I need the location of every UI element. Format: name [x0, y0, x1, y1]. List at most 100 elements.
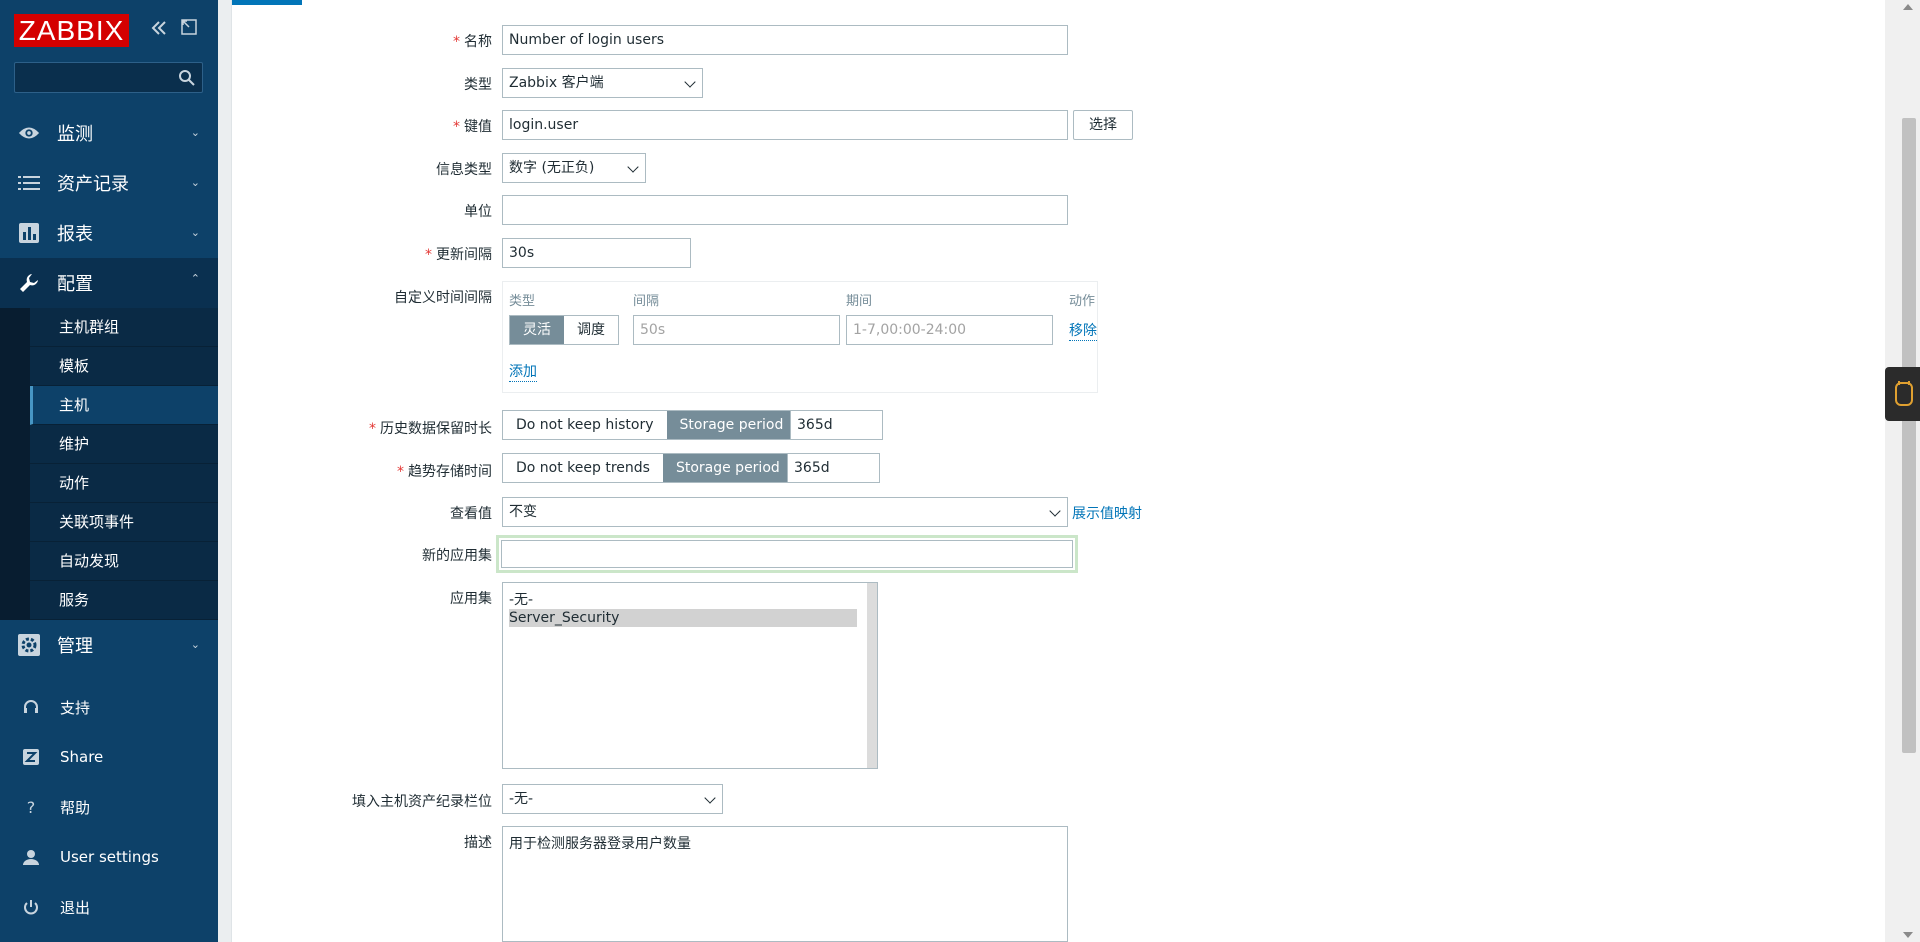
- submenu-item-services[interactable]: 服务: [30, 581, 218, 620]
- collapse-sidebar-icon[interactable]: [148, 18, 170, 40]
- kiosk-mode-icon[interactable]: [178, 18, 200, 40]
- bar-chart-icon: [18, 222, 40, 244]
- chevron-down-icon: ⌄: [190, 176, 200, 189]
- history-period-field[interactable]: 365d: [790, 410, 883, 440]
- gear-icon: [18, 634, 40, 656]
- user-icon: [21, 847, 41, 867]
- list-icon: [18, 172, 40, 194]
- scroll-up-icon[interactable]: [1903, 4, 1913, 10]
- trends-storage-toggle[interactable]: Storage period: [662, 454, 793, 482]
- trends-period-field[interactable]: 365d: [787, 453, 880, 483]
- col-header-period: 期间: [846, 294, 873, 309]
- history-label: * 历史数据保留时长: [369, 421, 492, 437]
- power-icon: [21, 897, 41, 917]
- submenu-item-actions[interactable]: 动作: [30, 464, 218, 503]
- chevron-down-icon: ⌄: [190, 638, 200, 651]
- application-option-selected[interactable]: Server_Security: [509, 609, 857, 627]
- add-interval-link[interactable]: 添加: [509, 361, 537, 382]
- bottom-item-label: Share: [60, 748, 104, 766]
- col-header-action: 动作: [1069, 294, 1096, 309]
- page-scrollbar[interactable]: [1885, 0, 1920, 942]
- menu-item-user-settings[interactable]: User settings: [0, 832, 218, 882]
- menu-item-label: 资产记录: [57, 174, 129, 195]
- description-textarea[interactable]: 用于检测服务器登录用户数量: [502, 826, 1068, 942]
- update-interval-label: * 更新间隔: [425, 247, 492, 263]
- type-select[interactable]: Zabbix 客户端: [502, 68, 703, 98]
- scroll-down-icon[interactable]: [1903, 932, 1913, 938]
- key-select-button[interactable]: 选择: [1073, 110, 1133, 140]
- trends-off-toggle[interactable]: Do not keep trends: [503, 454, 663, 482]
- menu-item-share[interactable]: Share: [0, 732, 218, 782]
- history-mode-toggle: Do not keep history Storage period: [502, 410, 798, 440]
- valuemap-label: 查看值: [450, 506, 492, 522]
- wrench-icon: [18, 272, 40, 294]
- col-header-interval: 间隔: [633, 294, 660, 309]
- new-application-label: 新的应用集: [422, 548, 492, 564]
- bottom-item-label: 帮助: [60, 798, 91, 817]
- units-field[interactable]: [502, 195, 1068, 225]
- name-label: * 名称: [453, 34, 492, 50]
- inventory-select[interactable]: -无-: [502, 784, 723, 814]
- history-off-toggle[interactable]: Do not keep history: [503, 411, 667, 439]
- sidebar-search-input[interactable]: [14, 62, 203, 93]
- bottom-item-label: User settings: [60, 848, 159, 866]
- custom-intervals-label: 自定义时间间隔: [394, 290, 492, 306]
- chevron-up-icon: ⌃: [190, 272, 200, 285]
- eye-icon: [18, 122, 40, 144]
- menu-item-label: 管理: [57, 636, 93, 657]
- menu-item-administration[interactable]: 管理 ⌄: [0, 620, 218, 670]
- flexible-toggle[interactable]: 灵活: [510, 316, 564, 344]
- trends-mode-toggle: Do not keep trends Storage period: [502, 453, 794, 483]
- item-form: * 名称 Number of login users 类型 Zabbix 客户端 …: [231, 0, 1886, 942]
- custom-period-input[interactable]: 1-7,00:00-24:00: [846, 315, 1053, 345]
- inventory-label: 填入主机资产纪录栏位: [352, 794, 492, 810]
- scrollbar-thumb[interactable]: [1902, 118, 1916, 753]
- submenu-item-hosts[interactable]: 主机: [30, 386, 218, 425]
- chevron-down-icon: ⌄: [190, 126, 200, 139]
- history-storage-toggle[interactable]: Storage period: [666, 411, 797, 439]
- key-label: * 键值: [453, 119, 492, 135]
- active-tab-indicator: [232, 0, 302, 5]
- key-field[interactable]: login.user: [502, 110, 1068, 140]
- menu-item-reports[interactable]: 报表 ⌄: [0, 208, 218, 258]
- listbox-scrollbar[interactable]: [867, 583, 877, 768]
- update-interval-field[interactable]: 30s: [502, 238, 691, 268]
- search-icon[interactable]: [178, 69, 196, 87]
- show-value-mappings-link[interactable]: 展示值映射: [1072, 503, 1142, 523]
- menu-item-sign-out[interactable]: 退出: [0, 882, 218, 932]
- col-header-type: 类型: [509, 294, 536, 309]
- configuration-submenu: 主机群组 模板 主机 维护 动作 关联项事件 自动发现 服务: [0, 308, 218, 620]
- submenu-item-templates[interactable]: 模板: [30, 347, 218, 386]
- custom-intervals-table: 类型 间隔 期间 动作 灵活 调度 50s 1-7,00:00-24:00 移除…: [502, 281, 1098, 393]
- menu-item-configuration[interactable]: 配置 ⌃: [0, 258, 218, 308]
- menu-item-help[interactable]: ? 帮助: [0, 782, 218, 832]
- menu-item-label: 配置: [57, 274, 93, 295]
- scheduling-toggle[interactable]: 调度: [564, 316, 618, 344]
- bottom-item-label: 支持: [60, 698, 91, 717]
- application-option[interactable]: -无-: [509, 591, 857, 609]
- info-type-select[interactable]: 数字 (无正负): [502, 153, 646, 183]
- main-menu: 监测 ⌄ 资产记录 ⌄ 报表 ⌄ 配置 ⌃ 主机群组 模板 主机 维护 动作 关…: [0, 108, 218, 670]
- share-icon: [21, 747, 41, 767]
- bottom-item-label: 退出: [60, 898, 91, 917]
- valuemap-select[interactable]: 不变: [502, 497, 1068, 527]
- name-field[interactable]: Number of login users: [502, 25, 1068, 55]
- submenu-item-event-correlation[interactable]: 关联项事件: [30, 503, 218, 542]
- floating-widget-button[interactable]: [1885, 367, 1920, 421]
- menu-item-support[interactable]: 支持: [0, 682, 218, 732]
- zabbix-logo[interactable]: ZABBIX: [14, 14, 129, 47]
- interval-type-toggle: 灵活 调度: [509, 315, 619, 345]
- submenu-item-host-groups[interactable]: 主机群组: [30, 308, 218, 347]
- submenu-item-maintenance[interactable]: 维护: [30, 425, 218, 464]
- trends-label: * 趋势存储时间: [397, 464, 492, 480]
- menu-item-inventory[interactable]: 资产记录 ⌄: [0, 158, 218, 208]
- menu-item-label: 报表: [57, 224, 93, 245]
- menu-item-monitoring[interactable]: 监测 ⌄: [0, 108, 218, 158]
- bottom-menu: 支持 Share ? 帮助 User settings 退出: [0, 682, 218, 932]
- submenu-item-discovery[interactable]: 自动发现: [30, 542, 218, 581]
- applications-listbox[interactable]: -无- Server_Security: [502, 582, 878, 769]
- remove-interval-link[interactable]: 移除: [1069, 320, 1097, 341]
- new-application-field[interactable]: [501, 540, 1073, 568]
- custom-interval-input[interactable]: 50s: [633, 315, 840, 345]
- help-icon: ?: [26, 797, 36, 817]
